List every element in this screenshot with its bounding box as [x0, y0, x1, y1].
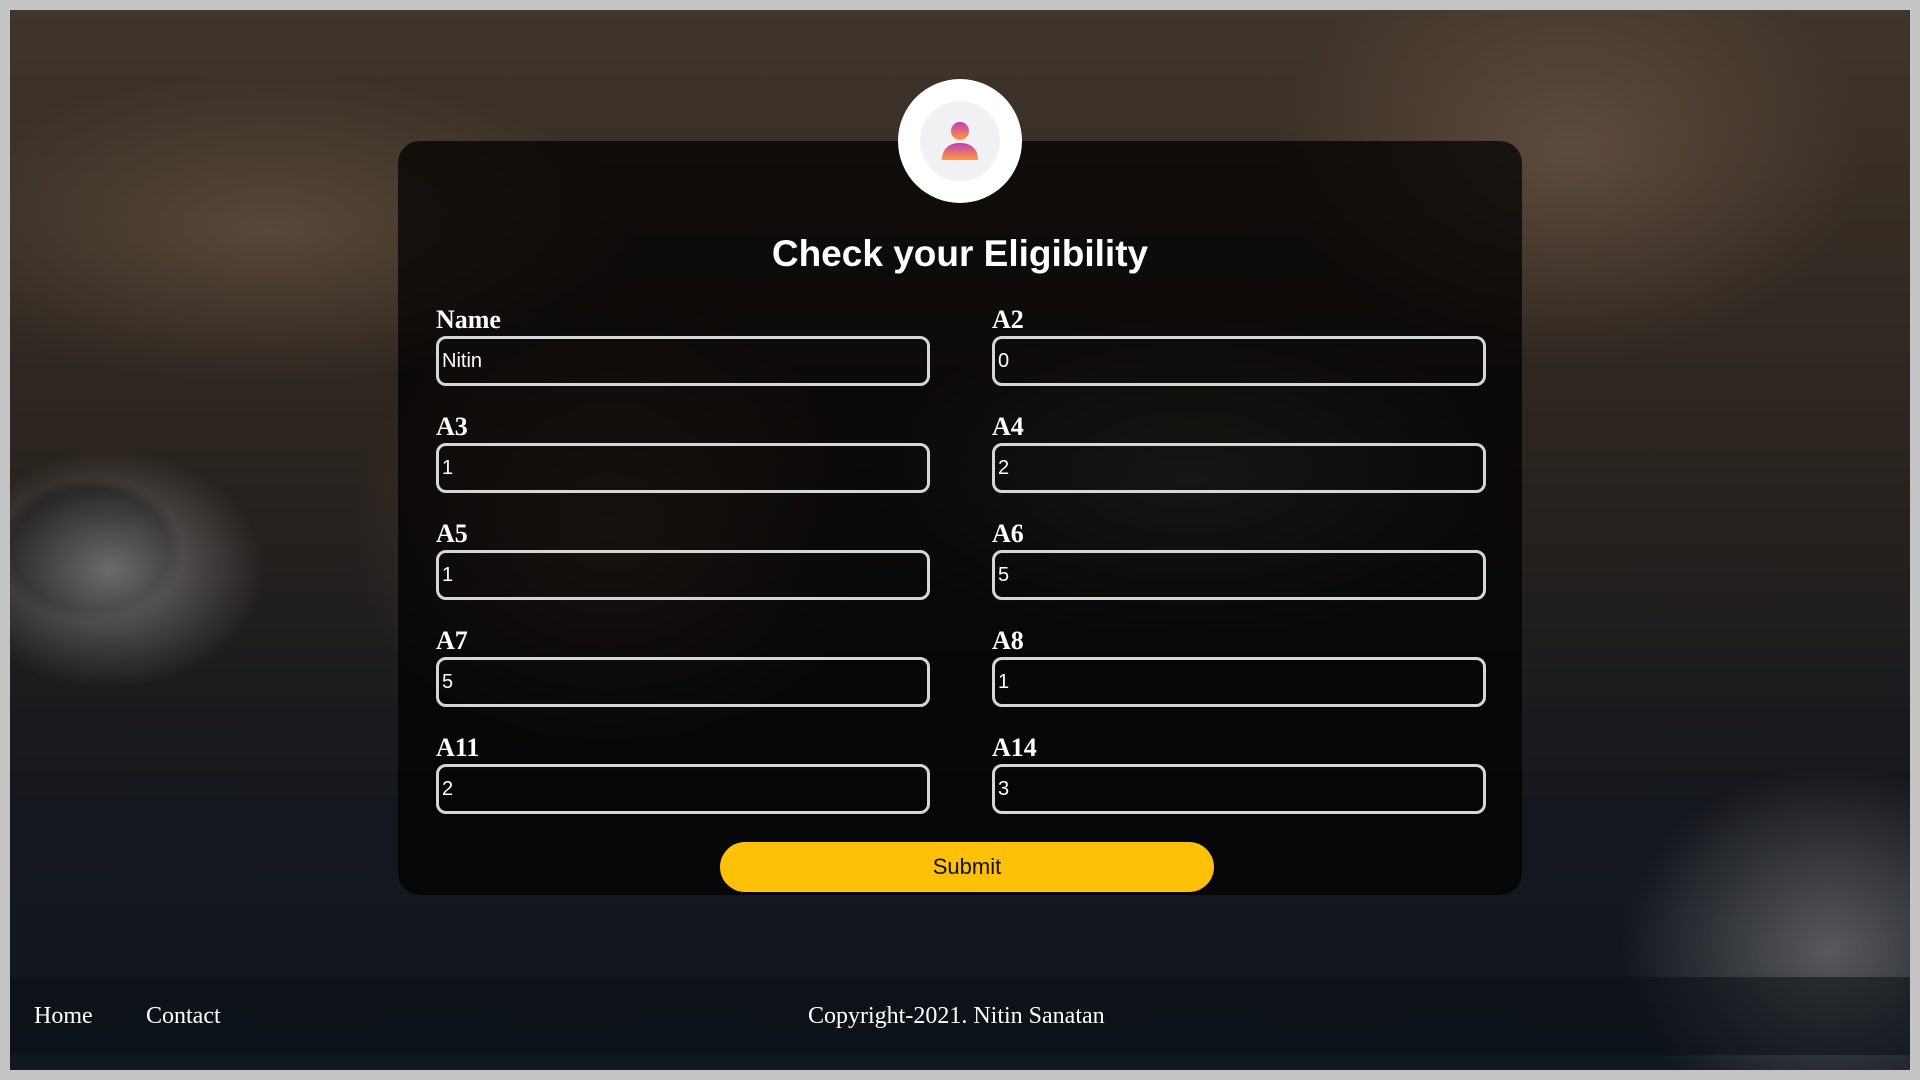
name-field: Name: [436, 306, 930, 386]
a11-input[interactable]: [436, 764, 930, 814]
name-label: Name: [436, 305, 501, 334]
a2-input[interactable]: [992, 336, 1486, 386]
a5-field: A5: [436, 520, 930, 600]
a5-label: A5: [436, 519, 468, 548]
submit-button[interactable]: Submit: [720, 842, 1214, 892]
a7-label: A7: [436, 626, 468, 655]
a2-label: A2: [992, 305, 1024, 334]
nav-contact-link[interactable]: Contact: [146, 1002, 221, 1030]
form-title: Check your Eligibility: [771, 233, 1149, 274]
a7-input[interactable]: [436, 657, 930, 707]
a8-label: A8: [992, 626, 1024, 655]
a3-label: A3: [436, 412, 468, 441]
name-input[interactable]: [436, 336, 930, 386]
a6-input[interactable]: [992, 550, 1486, 600]
a3-input[interactable]: [436, 443, 930, 493]
footer: Home Contact Copyright-2021. Nitin Sanat…: [10, 977, 1910, 1055]
a4-label: A4: [992, 412, 1024, 441]
a14-field: A14: [992, 734, 1486, 814]
a6-field: A6: [992, 520, 1486, 600]
a2-field: A2: [992, 306, 1486, 386]
a6-label: A6: [992, 519, 1024, 548]
a7-field: A7: [436, 627, 930, 707]
a4-input[interactable]: [992, 443, 1486, 493]
a8-input[interactable]: [992, 657, 1486, 707]
a3-field: A3: [436, 413, 930, 493]
copyright-text: Copyright-2021. Nitin Sanatan: [808, 1003, 1105, 1029]
a5-input[interactable]: [436, 550, 930, 600]
avatar: [898, 79, 1022, 203]
a11-field: A11: [436, 734, 930, 814]
user-icon: [942, 122, 978, 160]
page-frame: Check your Eligibility Name A2 A3 A4 A5 …: [10, 10, 1910, 1070]
a8-field: A8: [992, 627, 1486, 707]
a14-input[interactable]: [992, 764, 1486, 814]
a14-label: A14: [992, 733, 1037, 762]
nav-home-link[interactable]: Home: [34, 1002, 93, 1030]
a11-label: A11: [436, 733, 480, 762]
a4-field: A4: [992, 413, 1486, 493]
